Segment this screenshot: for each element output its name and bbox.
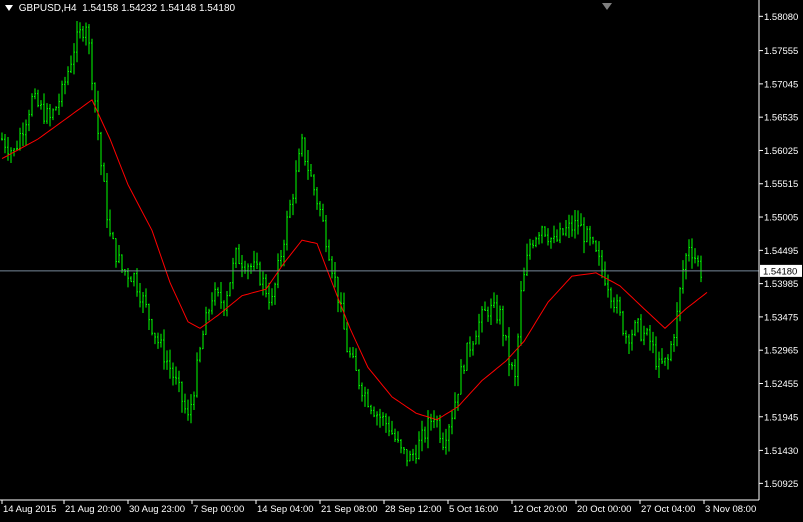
bid-price-label: 1.54180 — [760, 264, 802, 277]
price-tick-label: 1.58080 — [764, 12, 798, 23]
low-value: 1.54148 — [160, 3, 197, 14]
price-tick-label: 1.53475 — [764, 312, 798, 323]
price-tick-label: 1.52455 — [764, 379, 798, 390]
close-value: 1.54180 — [198, 3, 236, 14]
open-value: 1.54158 — [82, 3, 119, 14]
symbol-label: GBPUSD,H4 — [18, 3, 77, 14]
time-tick-label: 7 Sep 00:00 — [193, 504, 244, 515]
time-tick-label: 3 Nov 08:00 — [705, 504, 756, 515]
time-tick-label: 14 Aug 2015 — [3, 504, 56, 515]
bid-price-text: 1.54180 — [763, 266, 797, 277]
time-tick-label: 28 Sep 12:00 — [385, 504, 442, 515]
time-tick-label: 27 Oct 04:00 — [641, 504, 695, 515]
price-tick-label: 1.51945 — [764, 412, 798, 423]
triangle-down-icon[interactable] — [5, 5, 13, 12]
price-tick-label: 1.57555 — [764, 46, 798, 57]
time-tick-label: 21 Aug 20:00 — [65, 504, 121, 515]
price-tick-label: 1.56025 — [764, 146, 798, 157]
price-tick-label: 1.51430 — [764, 446, 798, 457]
price-tick-label: 1.55005 — [764, 213, 798, 224]
price-tick-label: 1.56535 — [764, 113, 798, 124]
time-tick-label: 14 Sep 04:00 — [257, 504, 314, 515]
price-tick-label: 1.52965 — [764, 346, 798, 357]
high-value: 1.54232 — [121, 3, 158, 14]
chart-header: GBPUSD,H4 1.54158 1.54232 1.54148 1.5418… — [5, 3, 235, 14]
price-tick-label: 1.55515 — [764, 179, 798, 190]
time-tick-label: 20 Oct 00:00 — [577, 504, 631, 515]
chart-shift-icon[interactable] — [602, 3, 612, 10]
chart-window[interactable]: 1.54180 1.58080 1.57555 1.57045 1.56535 1.56… — [0, 0, 803, 517]
time-tick-label: 21 Sep 08:00 — [321, 504, 378, 515]
price-chart[interactable]: 1.54180 1.58080 1.57555 1.57045 1.56535 1.56… — [0, 0, 803, 517]
price-tick-label: 1.50925 — [764, 479, 798, 490]
price-tick-label: 1.57045 — [764, 79, 798, 90]
price-tick-label: 1.53985 — [764, 279, 798, 290]
time-tick-label: 12 Oct 20:00 — [513, 504, 567, 515]
time-tick-label: 5 Oct 16:00 — [449, 504, 498, 515]
time-tick-label: 30 Aug 23:00 — [129, 504, 185, 515]
price-tick-label: 1.54495 — [764, 246, 798, 257]
